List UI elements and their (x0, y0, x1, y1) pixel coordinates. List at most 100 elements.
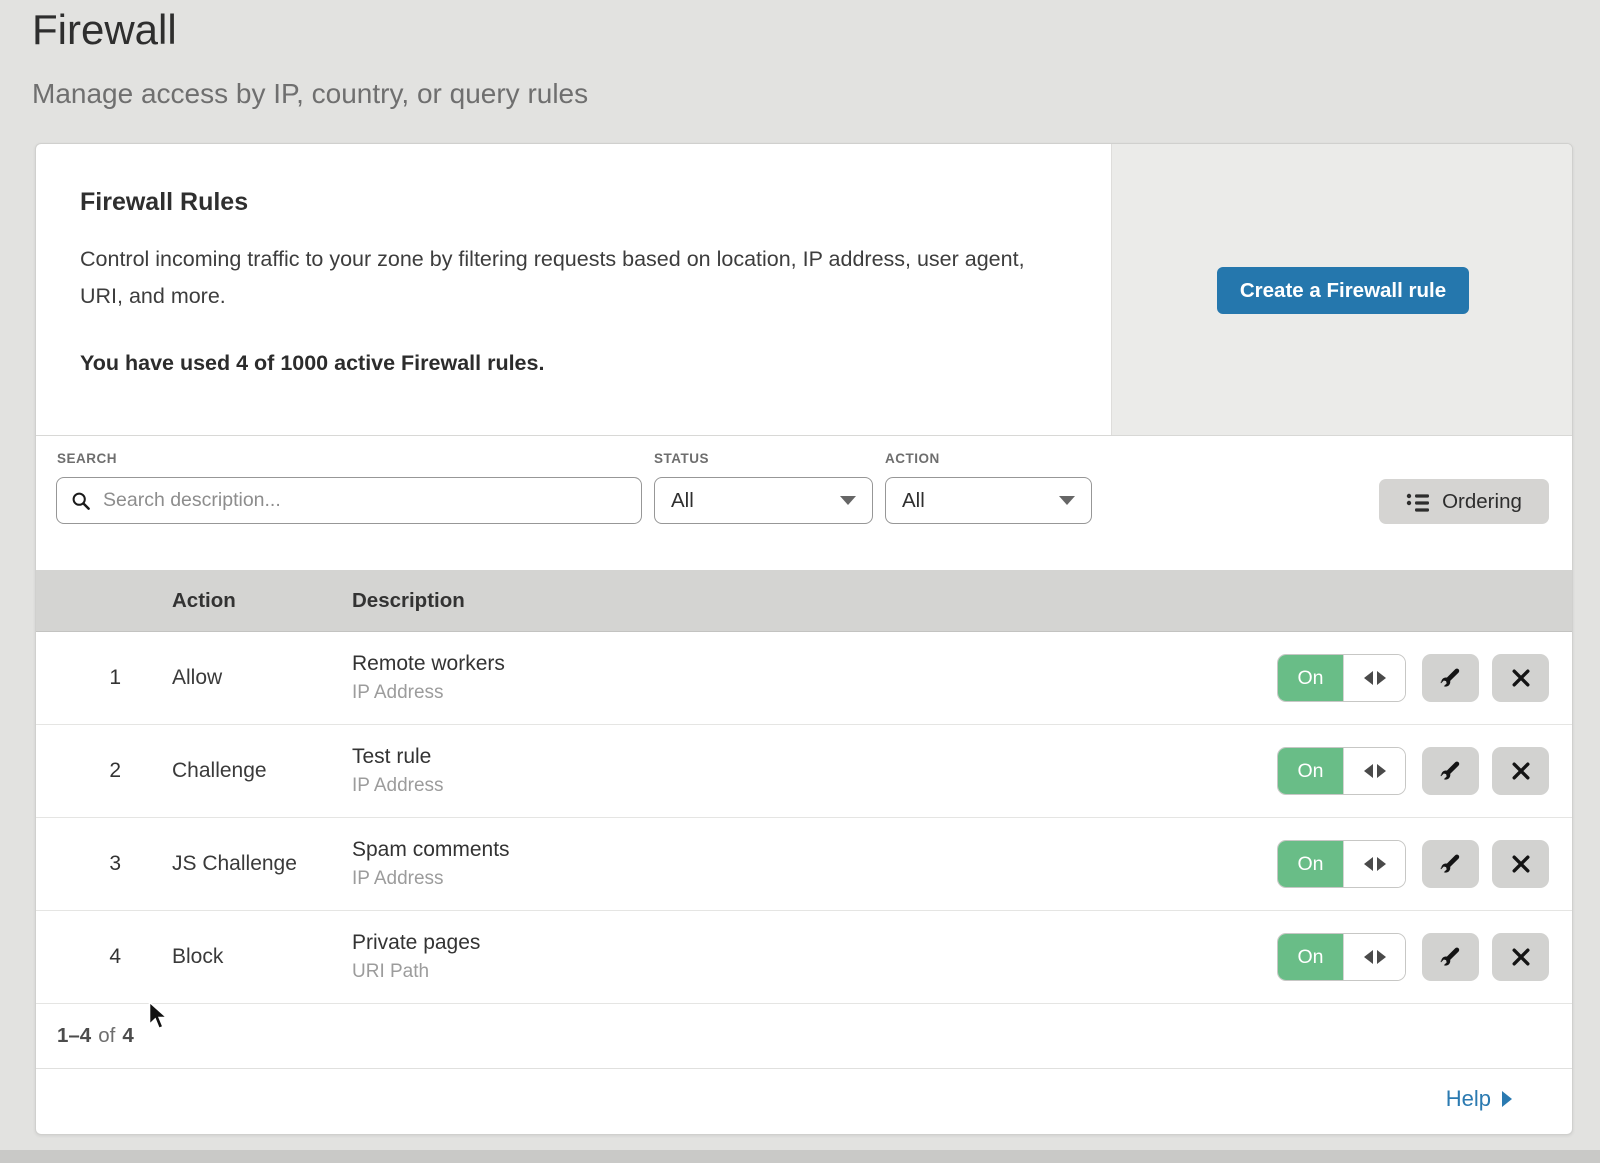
rule-priority: 1 (36, 666, 121, 690)
wrench-icon (1440, 667, 1462, 689)
close-icon (1512, 855, 1530, 873)
help-link-label: Help (1446, 1086, 1491, 1112)
rule-description-cell: Private pages URI Path (352, 931, 1277, 983)
delete-rule-button[interactable] (1492, 747, 1549, 795)
status-label: STATUS (654, 451, 709, 466)
rule-match-type: IP Address (352, 682, 1277, 704)
table-row: 2 Challenge Test rule IP Address On (36, 725, 1572, 818)
table-row: 3 JS Challenge Spam comments IP Address … (36, 818, 1572, 911)
rule-action: Block (172, 945, 352, 969)
toggle-left-arrow-icon (1364, 857, 1373, 871)
page-subtitle: Manage access by IP, country, or query r… (32, 78, 588, 110)
close-icon (1512, 762, 1530, 780)
ordering-button[interactable]: Ordering (1379, 479, 1549, 524)
pagination: 1–4 of 4 (36, 1004, 1572, 1069)
toggle-right-arrow-icon (1377, 671, 1386, 685)
pagination-total: 4 (122, 1024, 133, 1048)
rule-match-type: IP Address (352, 868, 1277, 890)
rule-controls: On (1277, 747, 1549, 795)
table-header: Action Description (36, 570, 1572, 632)
search-box[interactable] (56, 477, 642, 524)
toggle-right-arrow-icon (1377, 857, 1386, 871)
action-selected-value: All (902, 489, 925, 513)
rule-enabled-toggle[interactable]: On (1277, 933, 1406, 981)
toggle-right-arrow-icon (1377, 764, 1386, 778)
rule-enabled-toggle[interactable]: On (1277, 840, 1406, 888)
chevron-down-icon (1059, 496, 1075, 505)
wrench-icon (1440, 760, 1462, 782)
delete-rule-button[interactable] (1492, 933, 1549, 981)
window-bottom-edge (0, 1150, 1600, 1163)
rule-controls: On (1277, 933, 1549, 981)
delete-rule-button[interactable] (1492, 840, 1549, 888)
wrench-icon (1440, 946, 1462, 968)
rule-match-type: IP Address (352, 775, 1277, 797)
toggle-left-arrow-icon (1364, 950, 1373, 964)
toggle-left-arrow-icon (1364, 764, 1373, 778)
toggle-on-label[interactable]: On (1278, 934, 1343, 980)
rule-match-type: URI Path (352, 961, 1277, 983)
toggle-on-label[interactable]: On (1278, 655, 1343, 701)
toggle-handle[interactable] (1343, 841, 1405, 887)
firewall-rules-section: Firewall Rules Control incoming traffic … (36, 144, 1572, 436)
rule-priority: 3 (36, 852, 121, 876)
rule-controls: On (1277, 654, 1549, 702)
section-heading: Firewall Rules (80, 188, 1030, 217)
edit-rule-button[interactable] (1422, 933, 1479, 981)
table-body: 1 Allow Remote workers IP Address On (36, 632, 1572, 1004)
search-icon (71, 491, 91, 511)
toggle-on-label[interactable]: On (1278, 841, 1343, 887)
action-label: ACTION (885, 451, 940, 466)
toggle-left-arrow-icon (1364, 671, 1373, 685)
ordering-list-icon (1406, 492, 1430, 512)
rule-description: Private pages (352, 931, 1277, 955)
action-select[interactable]: All (885, 477, 1092, 524)
chevron-down-icon (840, 496, 856, 505)
rule-description-cell: Remote workers IP Address (352, 652, 1277, 704)
help-link[interactable]: Help (1446, 1086, 1512, 1112)
firewall-card: Firewall Rules Control incoming traffic … (35, 143, 1573, 1135)
edit-rule-button[interactable] (1422, 747, 1479, 795)
table-row: 1 Allow Remote workers IP Address On (36, 632, 1572, 725)
ordering-button-label: Ordering (1442, 490, 1522, 514)
toggle-handle[interactable] (1343, 655, 1405, 701)
rule-description: Remote workers (352, 652, 1277, 676)
section-description: Control incoming traffic to your zone by… (80, 241, 1030, 315)
rule-priority: 4 (36, 945, 121, 969)
search-input[interactable] (101, 488, 627, 513)
close-icon (1512, 669, 1530, 687)
edit-rule-button[interactable] (1422, 654, 1479, 702)
help-row: Help (36, 1069, 1572, 1129)
status-selected-value: All (671, 489, 694, 513)
rule-description-cell: Spam comments IP Address (352, 838, 1277, 890)
pagination-range: 1–4 (57, 1024, 91, 1048)
close-icon (1512, 948, 1530, 966)
description-column-header: Description (352, 589, 1572, 613)
toggle-handle[interactable] (1343, 934, 1405, 980)
search-label: SEARCH (57, 451, 117, 466)
rule-action: Challenge (172, 759, 352, 783)
filter-bar: SEARCH STATUS All ACTION All (36, 436, 1572, 570)
toggle-right-arrow-icon (1377, 950, 1386, 964)
toggle-on-label[interactable]: On (1278, 748, 1343, 794)
help-arrow-icon (1502, 1091, 1512, 1107)
wrench-icon (1440, 853, 1462, 875)
table-row: 4 Block Private pages URI Path On (36, 911, 1572, 1004)
rule-description: Test rule (352, 745, 1277, 769)
rule-description-cell: Test rule IP Address (352, 745, 1277, 797)
rule-action: Allow (172, 666, 352, 690)
rule-enabled-toggle[interactable]: On (1277, 747, 1406, 795)
rule-priority: 2 (36, 759, 121, 783)
rule-description: Spam comments (352, 838, 1277, 862)
rule-enabled-toggle[interactable]: On (1277, 654, 1406, 702)
pagination-of: of (98, 1024, 115, 1048)
edit-rule-button[interactable] (1422, 840, 1479, 888)
delete-rule-button[interactable] (1492, 654, 1549, 702)
status-select[interactable]: All (654, 477, 873, 524)
action-column-header: Action (172, 589, 352, 613)
usage-summary: You have used 4 of 1000 active Firewall … (80, 351, 1030, 376)
toggle-handle[interactable] (1343, 748, 1405, 794)
create-rule-panel: Create a Firewall rule (1111, 144, 1572, 435)
create-firewall-rule-button[interactable]: Create a Firewall rule (1217, 267, 1469, 314)
page-title: Firewall (32, 6, 177, 54)
